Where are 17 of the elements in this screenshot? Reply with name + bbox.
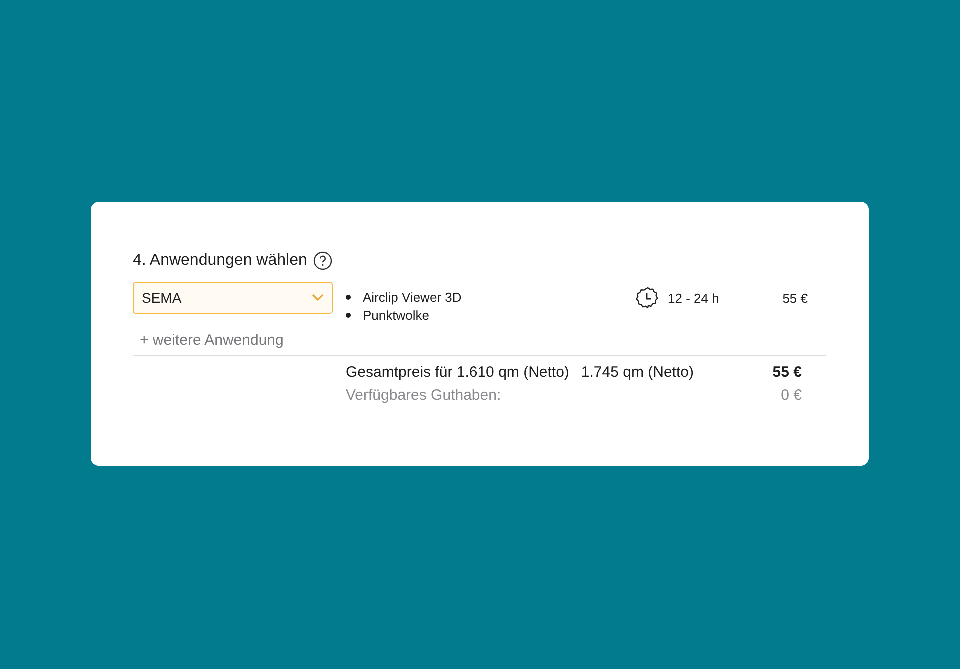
clock-icon [636, 286, 660, 310]
section-title: 4. Anwendungen wählen [133, 252, 308, 270]
price-text: 55 € [782, 291, 808, 308]
credit-label: Verfügbares Guthaben: [346, 387, 502, 404]
credit-amount: 0 € [781, 387, 802, 404]
help-icon[interactable] [313, 251, 334, 271]
total-price: 55 € [772, 364, 802, 381]
bullet-icon [346, 313, 351, 318]
chevron-down-icon [312, 294, 324, 302]
feature-item: Airclip Viewer 3D [363, 290, 462, 305]
feature-item: Punktwolke [363, 308, 430, 323]
area-text: 1.745 qm (Netto) [581, 364, 694, 381]
duration-text: 12 - 24 h [668, 291, 720, 308]
application-select[interactable]: SEMA [133, 282, 333, 314]
add-application-link[interactable]: + weitere Anwendung [140, 332, 284, 349]
bullet-icon [346, 295, 351, 300]
total-label: Gesamtpreis für 1.610 qm (Netto) [346, 364, 570, 381]
